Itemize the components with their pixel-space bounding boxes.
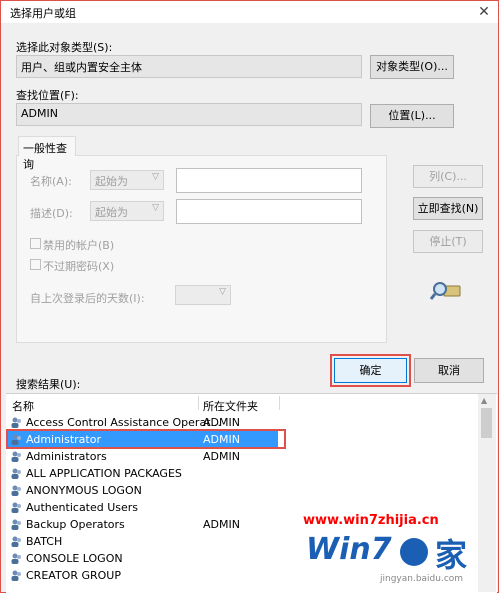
- result-name: BATCH: [26, 535, 63, 548]
- user-group-icon: [10, 535, 23, 548]
- non-expiring-password-label: 不过期密码(X): [43, 260, 115, 273]
- result-name: ALL APPLICATION PACKAGES: [26, 467, 182, 480]
- watermark-logo-text: Win7: [306, 532, 392, 567]
- user-group-icon: [10, 484, 23, 497]
- user-group-icon: [10, 552, 23, 565]
- user-group-icon: [10, 416, 23, 429]
- watermark-logo: Win7 家: [300, 530, 490, 574]
- column-header-folder[interactable]: 所在文件夹: [203, 398, 258, 414]
- watermark-logo-suffix: 家: [435, 536, 468, 574]
- name-input[interactable]: [176, 168, 362, 193]
- search-magnifier-icon: [429, 276, 464, 307]
- user-group-icon: [10, 467, 23, 480]
- result-row[interactable]: CONSOLE LOGON: [8, 550, 278, 567]
- user-group-icon: [10, 450, 23, 463]
- days-since-logon-select[interactable]: ▽: [175, 285, 231, 305]
- ok-button[interactable]: 确定: [334, 358, 407, 383]
- name-label: 名称(A):: [30, 175, 72, 188]
- windows-logo-icon: [400, 538, 428, 566]
- columns-button[interactable]: 列(C)...: [413, 165, 483, 188]
- watermark-url: www.win7zhijia.cn: [303, 513, 439, 528]
- result-row[interactable]: ALL APPLICATION PACKAGES: [8, 465, 278, 482]
- find-now-button[interactable]: 立即查找(N): [413, 197, 483, 220]
- dialog-title: 选择用户或组: [10, 7, 76, 20]
- object-type-label: 选择此对象类型(S):: [16, 41, 113, 54]
- description-label: 描述(D):: [30, 207, 73, 220]
- scroll-thumb[interactable]: [481, 408, 492, 438]
- column-divider: [198, 396, 199, 410]
- column-divider: [279, 396, 280, 410]
- result-folder: ADMIN: [203, 416, 240, 429]
- administrator-highlight: [6, 429, 286, 449]
- result-name: Access Control Assistance Operat...: [26, 416, 221, 429]
- description-match-value: 起始为: [95, 206, 128, 219]
- search-results-label: 搜索结果(U):: [16, 378, 81, 391]
- result-row[interactable]: CREATOR GROUP: [8, 567, 278, 584]
- non-expiring-password-checkbox[interactable]: [30, 259, 41, 270]
- watermark-sub: jingyan.baidu.com: [380, 574, 464, 584]
- user-group-icon: [10, 518, 23, 531]
- scroll-up-icon[interactable]: ▲: [481, 396, 487, 405]
- stop-button[interactable]: 停止(T): [413, 230, 483, 253]
- description-input[interactable]: [176, 199, 362, 224]
- user-group-icon: [10, 569, 23, 582]
- result-name: CONSOLE LOGON: [26, 552, 123, 565]
- disabled-accounts-label: 禁用的帐户(B): [43, 239, 115, 252]
- tab-general-query[interactable]: 一般性查询: [18, 136, 76, 171]
- user-group-icon: [10, 501, 23, 514]
- result-row[interactable]: ANONYMOUS LOGON: [8, 482, 278, 499]
- object-type-field: 用户、组或内置安全主体: [16, 55, 362, 78]
- name-match-value: 起始为: [95, 175, 128, 188]
- result-row[interactable]: Authenticated Users: [8, 499, 278, 516]
- location-label: 查找位置(F):: [16, 89, 79, 102]
- name-match-select[interactable]: 起始为 ▽: [90, 170, 164, 190]
- days-since-logon-label: 自上次登录后的天数(I):: [30, 292, 145, 305]
- result-name: ANONYMOUS LOGON: [26, 484, 142, 497]
- chevron-down-icon: ▽: [152, 203, 159, 213]
- disabled-accounts-checkbox[interactable]: [30, 238, 41, 249]
- description-match-select[interactable]: 起始为 ▽: [90, 201, 164, 221]
- result-folder: ADMIN: [203, 518, 240, 531]
- result-row[interactable]: Backup Operators ADMIN: [8, 516, 278, 533]
- chevron-down-icon: ▽: [219, 287, 226, 297]
- column-header-name[interactable]: 名称: [12, 398, 34, 414]
- result-name: Authenticated Users: [26, 501, 139, 514]
- result-name: Administrators: [26, 450, 107, 463]
- chevron-down-icon: ▽: [152, 172, 159, 182]
- result-name: Backup Operators: [26, 518, 125, 531]
- result-folder: ADMIN: [203, 450, 240, 463]
- result-row[interactable]: Administrators ADMIN: [8, 448, 278, 465]
- result-name: CREATOR GROUP: [26, 569, 121, 582]
- object-type-button[interactable]: 对象类型(O)...: [370, 55, 454, 79]
- close-icon[interactable]: ✕: [474, 2, 494, 22]
- location-field: ADMIN: [16, 103, 362, 126]
- cancel-button[interactable]: 取消: [414, 358, 484, 383]
- result-row[interactable]: BATCH: [8, 533, 278, 550]
- location-button[interactable]: 位置(L)...: [370, 104, 454, 128]
